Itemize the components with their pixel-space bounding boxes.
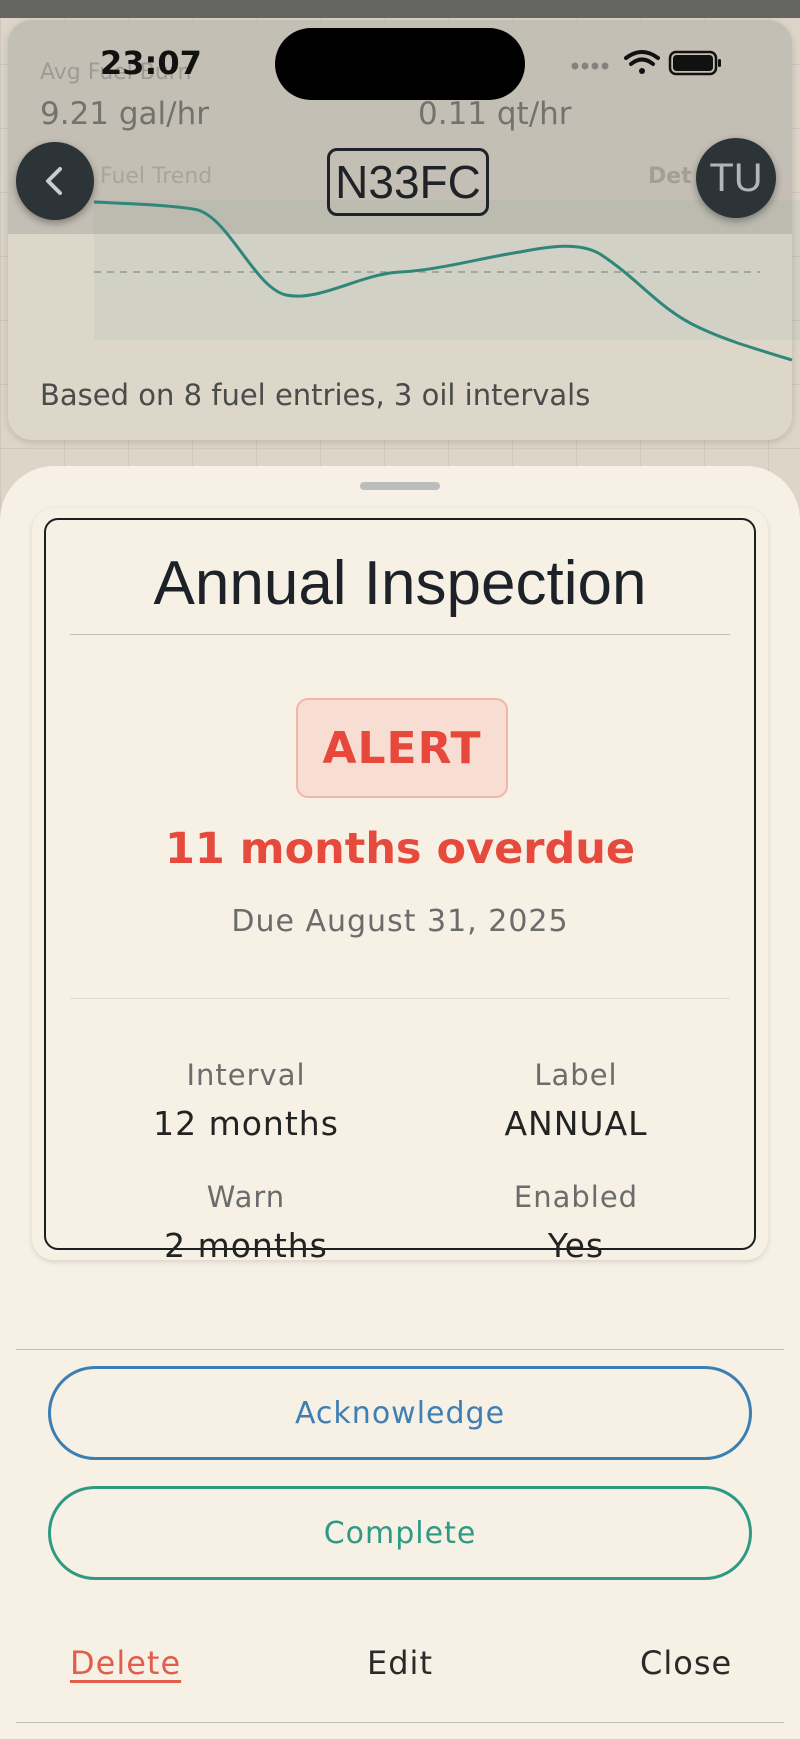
interval-label: Interval [186, 1058, 306, 1092]
overdue-text: 11 months overdue [165, 824, 635, 874]
inspection-detail-sheet: Annual Inspection ALERT 11 months overdu… [0, 466, 800, 1739]
user-avatar[interactable]: TU [696, 138, 776, 218]
details-divider [70, 998, 730, 999]
back-arrow-icon [46, 167, 62, 195]
acknowledge-button[interactable]: Acknowledge [48, 1366, 752, 1460]
inspection-card-container: Annual Inspection ALERT 11 months overdu… [32, 508, 768, 1265]
battery-icon [668, 50, 721, 76]
title-divider [70, 634, 730, 635]
close-button[interactable]: Close [640, 1644, 732, 1682]
enabled-label: Enabled [513, 1180, 639, 1214]
status-icons [571, 50, 721, 76]
background-screen: Avg Fuel Burn 9.21 gal/hr Oil Rate 0.11 … [0, 0, 800, 520]
label-value: ANNUAL [504, 1104, 648, 1143]
interval-value: 12 months [153, 1104, 339, 1143]
card-title: Annual Inspection [153, 549, 647, 618]
enabled-value: Yes [547, 1226, 605, 1265]
status-time: 23:07 [100, 44, 202, 82]
sheet-grabber[interactable] [360, 482, 440, 490]
wifi-icon [624, 50, 660, 74]
label-label: Label [534, 1058, 618, 1092]
alert-badge: ALERT [296, 698, 508, 798]
warn-label: Warn [206, 1180, 286, 1214]
due-date-text: Due August 31, 2025 [231, 904, 569, 939]
complete-button[interactable]: Complete [48, 1486, 752, 1580]
inspection-card: Annual Inspection ALERT 11 months overdu… [44, 518, 756, 1265]
actions-divider-top [16, 1349, 784, 1350]
dynamic-island [275, 28, 525, 100]
tail-number-badge: N33FC [327, 148, 489, 216]
warn-value: 2 months [164, 1226, 328, 1265]
back-button[interactable] [16, 142, 94, 220]
actions-divider-bottom [16, 1722, 784, 1723]
signal-icon [571, 62, 609, 70]
